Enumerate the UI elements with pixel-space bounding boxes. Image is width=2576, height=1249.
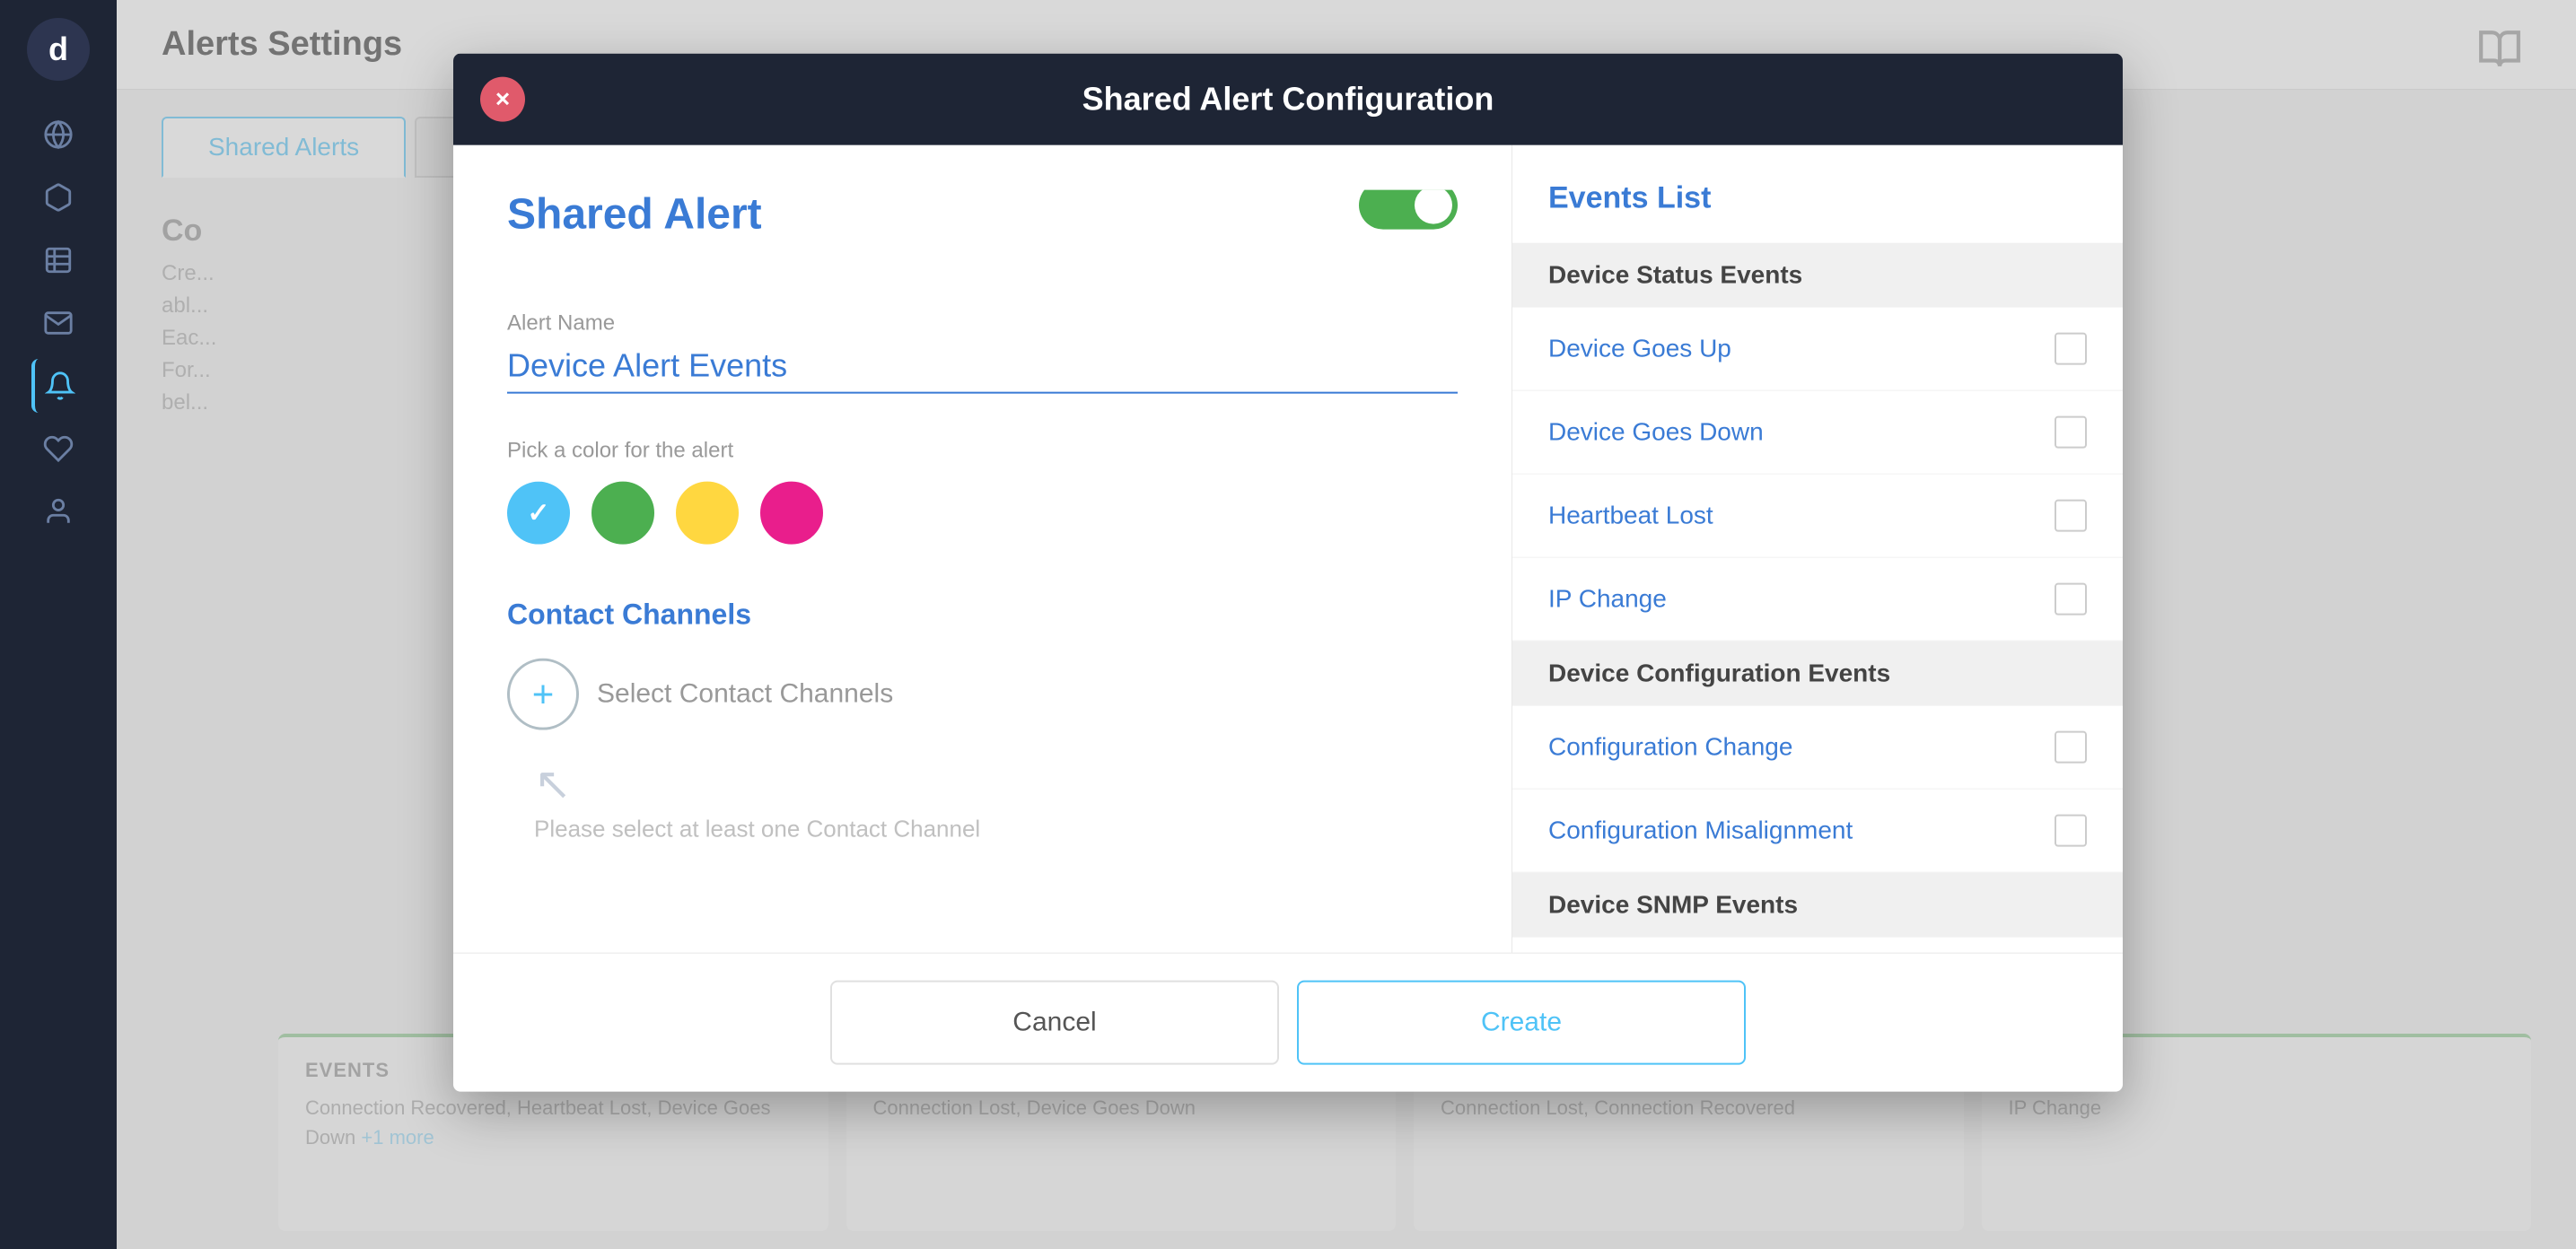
event-item-device-goes-up: Device Goes Up (1512, 308, 2123, 391)
event-item-configuration-misalignment: Configuration Misalignment (1512, 790, 2123, 873)
checkbox-heartbeat-lost[interactable] (2055, 500, 2087, 532)
shared-alert-title: Shared Alert (507, 190, 1458, 240)
create-button[interactable]: Create (1297, 981, 1746, 1065)
alert-name-input[interactable] (507, 347, 1458, 394)
color-option-blue[interactable] (507, 482, 570, 545)
events-list-title: Events List (1512, 145, 2123, 243)
category-device-status: Device Status Events (1512, 243, 2123, 308)
category-device-config: Device Configuration Events (1512, 642, 2123, 706)
app-logo[interactable]: d (27, 18, 90, 81)
sidebar-item-mail[interactable] (31, 296, 85, 350)
contact-channels-title: Contact Channels (507, 598, 1458, 632)
checkbox-device-goes-up[interactable] (2055, 333, 2087, 365)
color-option-green[interactable] (591, 482, 654, 545)
modal-left-panel: Shared Alert Alert Name Pick a color for… (453, 145, 1512, 953)
logo-text: d (48, 31, 68, 68)
select-contact-label: Select Contact Channels (597, 659, 1458, 730)
modal-right-panel: Events List Device Status Events Device … (1512, 145, 2123, 953)
hint-arrow: ↖ (534, 766, 1458, 802)
color-label: Pick a color for the alert (507, 439, 1458, 464)
checkbox-configuration-change[interactable] (2055, 731, 2087, 764)
checkbox-configuration-misalignment[interactable] (2055, 815, 2087, 847)
modal-close-button[interactable]: × (480, 77, 525, 122)
modal-shared-alert: × Shared Alert Configuration Shared Aler… (453, 54, 2123, 1092)
checkbox-device-goes-down[interactable] (2055, 416, 2087, 449)
modal-footer: Cancel Create (453, 953, 2123, 1092)
color-option-yellow[interactable] (676, 482, 739, 545)
sidebar-item-plugin[interactable] (31, 422, 85, 476)
modal-title: Shared Alert Configuration (1082, 81, 1494, 118)
modal-body: Shared Alert Alert Name Pick a color for… (453, 145, 2123, 953)
category-device-snmp: Device SNMP Events (1512, 873, 2123, 938)
modal-header: × Shared Alert Configuration (453, 54, 2123, 145)
events-scroll-area[interactable]: Device Status Events Device Goes Up Devi… (1512, 243, 2123, 953)
sidebar-item-cube[interactable] (31, 170, 85, 224)
checkbox-ip-change[interactable] (2055, 583, 2087, 616)
sidebar: d (0, 0, 117, 1249)
alert-toggle[interactable] (1359, 190, 1458, 230)
color-option-pink[interactable] (760, 482, 823, 545)
sidebar-item-globe[interactable] (31, 108, 85, 162)
cancel-button[interactable]: Cancel (830, 981, 1279, 1065)
toggle-knob (1415, 190, 1452, 224)
event-item-configuration-change: Configuration Change (1512, 706, 2123, 790)
alert-name-label: Alert Name (507, 311, 1458, 336)
event-item-device-goes-down: Device Goes Down (1512, 391, 2123, 475)
color-options (507, 482, 1458, 545)
add-contact-channel-button[interactable]: + (507, 659, 579, 730)
sidebar-item-user[interactable] (31, 485, 85, 538)
sidebar-item-bell[interactable] (31, 359, 85, 413)
sidebar-item-table[interactable] (31, 233, 85, 287)
contact-hint: ↖ Please select at least one Contact Cha… (507, 739, 1458, 849)
event-item-heartbeat-lost: Heartbeat Lost (1512, 475, 2123, 558)
event-item-ip-change: IP Change (1512, 558, 2123, 642)
toggle-switch[interactable] (1359, 190, 1458, 230)
